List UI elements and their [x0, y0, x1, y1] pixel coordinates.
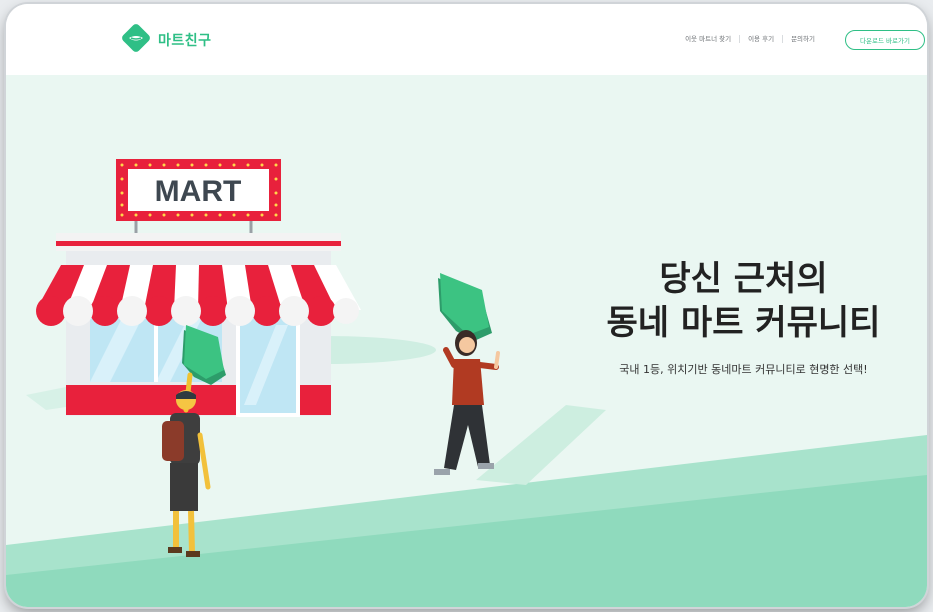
store-awning	[36, 265, 361, 326]
headline-line-2: 동네 마트 커뮤니티	[606, 303, 881, 343]
mart-sign: MART	[116, 159, 281, 233]
nav-reviews[interactable]: 이용 후기	[739, 35, 782, 43]
download-button[interactable]: 다운로드 바로가기	[845, 30, 925, 50]
site-header: 마트친구 이웃 마트너 찾기 이용 후기 문의하기 다운로드 바로가기	[6, 4, 927, 75]
nav-find-neighbor[interactable]: 이웃 마트너 찾기	[677, 35, 739, 43]
mart-sign-text: MART	[155, 175, 242, 208]
top-nav: 이웃 마트너 찾기 이용 후기 문의하기	[677, 35, 823, 43]
logo-text: 마트친구	[158, 33, 212, 49]
woman-figure	[434, 330, 500, 475]
hero-headline: 당신 근처의 동네 마트 커뮤니티	[566, 257, 921, 345]
headline-line-1: 당신 근처의	[659, 259, 828, 299]
hero-subtitle: 국내 1등, 위치기반 동네마트 커뮤니티로 현명한 선택!	[619, 363, 868, 376]
path-shadow-shape	[476, 405, 606, 485]
hero-section: MART 당신 근처의 동네 마트 커뮤니티 국내 1등, 위치기반 동네마트 …	[6, 75, 927, 607]
nav-contact[interactable]: 문의하기	[782, 35, 823, 43]
browser-frame: 마트친구 이웃 마트너 찾기 이용 후기 문의하기 다운로드 바로가기 MART…	[6, 4, 927, 607]
logo-icon	[122, 24, 150, 52]
site-logo[interactable]: 마트친구	[118, 24, 212, 56]
